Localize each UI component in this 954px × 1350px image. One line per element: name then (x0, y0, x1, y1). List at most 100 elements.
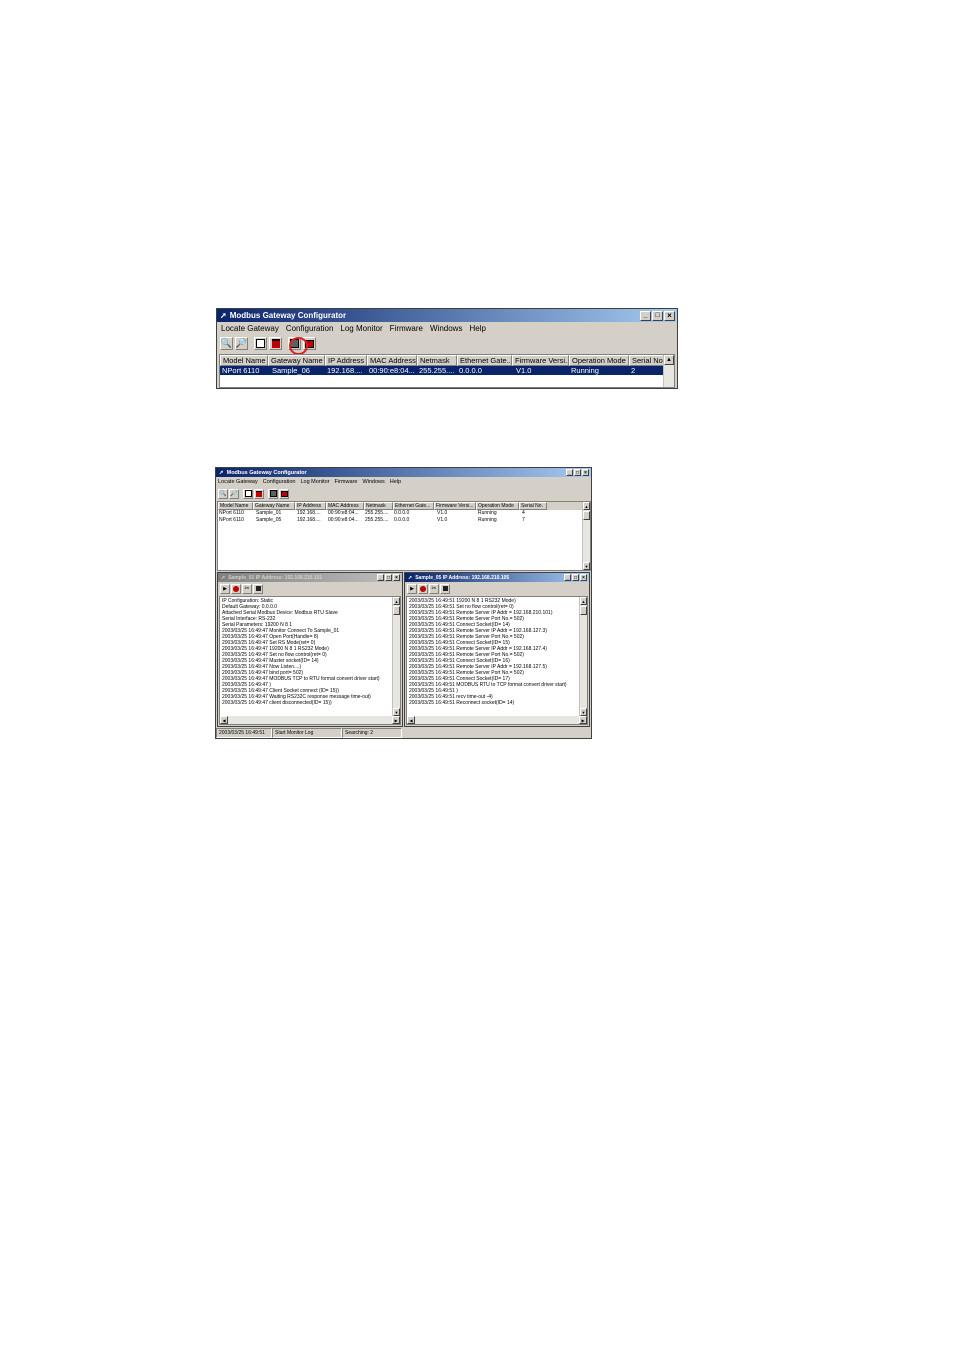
horizontal-scrollbar[interactable]: ◀ ▶ (407, 716, 587, 724)
cell-operation-mode: Running (478, 517, 497, 523)
play-button[interactable]: ▶ (220, 583, 230, 594)
configurator-window-bottom: ➚ Modbus Gateway Configurator _ □ × Loca… (215, 467, 592, 739)
locate-button[interactable]: 🔍 (218, 488, 228, 499)
configure-button[interactable] (243, 488, 253, 499)
log-line: 2003/03/25 16:49:47 client disconnected(… (222, 700, 332, 706)
close-button[interactable]: × (580, 574, 587, 581)
menu-firmware[interactable]: Firmware (390, 324, 423, 333)
log-window-left: ➚ Sample_01 IP Address: 192.168.210.101 … (217, 572, 403, 727)
menu-configuration[interactable]: Configuration (286, 324, 334, 333)
save-button[interactable] (253, 583, 263, 594)
col-ethernet-gateway[interactable]: Ethernet Gate... (393, 502, 434, 510)
col-serial-no[interactable]: Serial No. (519, 502, 547, 510)
scroll-up-button[interactable]: ▲ (580, 597, 587, 605)
menu-help[interactable]: Help (469, 324, 485, 333)
locate-by-ip-button[interactable]: 🔎 (229, 488, 239, 499)
col-gateway-name[interactable]: Gateway Name (253, 502, 295, 510)
col-mac-address[interactable]: MAC Address (326, 502, 364, 510)
col-model-name[interactable]: Model Name (218, 502, 253, 510)
configure-button[interactable] (254, 337, 267, 350)
locate-by-ip-button[interactable]: 🔎 (235, 337, 248, 350)
log-window-right: ➚ Sample_05 IP Address: 192.168.210.105 … (404, 572, 590, 727)
scroll-down-button[interactable]: ▼ (393, 708, 400, 716)
close-button[interactable]: × (393, 574, 400, 581)
close-button[interactable]: × (664, 310, 675, 321)
col-netmask[interactable]: Netmask (364, 502, 393, 510)
log-title: Sample_05 IP Address: 192.168.210.105 (415, 574, 510, 581)
cell-serial-no: 7 (522, 517, 525, 523)
minimize-button[interactable]: _ (640, 310, 651, 321)
col-ip-address[interactable]: IP Address (325, 355, 367, 366)
play-button[interactable]: ▶ (407, 583, 417, 594)
unlock-button[interactable] (269, 337, 282, 350)
scroll-left-button[interactable]: ◀ (407, 716, 415, 724)
app-logo-icon: ➚ (219, 469, 224, 476)
list-header: Model Name Gateway Name IP Address MAC A… (218, 502, 590, 510)
stop-button[interactable] (418, 583, 428, 594)
log-text-left[interactable]: IP Configuration: Static Default Gateway:… (219, 596, 401, 725)
monitor-button[interactable] (268, 488, 278, 499)
maximize-button[interactable]: □ (385, 574, 392, 581)
scroll-thumb[interactable] (580, 606, 587, 615)
menu-log-monitor[interactable]: Log Monitor (300, 479, 329, 485)
table-row[interactable]: NPort 6110 Sample_01 192.168.... 00:90:e… (218, 510, 590, 517)
col-mac-address[interactable]: MAC Address (367, 355, 417, 366)
col-model-name[interactable]: Model Name (220, 355, 268, 366)
col-gateway-name[interactable]: Gateway Name (268, 355, 325, 366)
cut-button[interactable]: ✂ (429, 583, 439, 594)
cell-ethernet-gateway: 0.0.0.0 (459, 366, 482, 375)
export-button[interactable] (279, 488, 289, 499)
vertical-scrollbar[interactable]: ▲ ▼ (579, 597, 587, 716)
log-text-right[interactable]: 2003/03/25 16:49:51 19200 N 8 1 RS232 Mo… (406, 596, 588, 725)
stop-button[interactable] (231, 583, 241, 594)
vertical-scrollbar[interactable]: ▲ ▼ (392, 597, 400, 716)
vertical-scrollbar[interactable]: ▲ (663, 355, 674, 387)
configure-icon (244, 490, 252, 497)
menu-locate-gateway[interactable]: Locate Gateway (218, 479, 258, 485)
col-operation-mode[interactable]: Operation Mode (476, 502, 519, 510)
menu-windows[interactable]: Windows (362, 479, 384, 485)
scroll-thumb[interactable] (583, 511, 590, 520)
cell-netmask: 255.255.... (365, 517, 389, 523)
menu-firmware[interactable]: Firmware (335, 479, 358, 485)
maximize-button[interactable]: □ (574, 469, 581, 476)
vertical-scrollbar[interactable]: ▲ ▼ (582, 502, 590, 570)
scroll-up-button[interactable]: ▲ (583, 502, 590, 510)
cell-netmask: 255.255.... (419, 366, 455, 375)
table-row[interactable]: NPort 6110 Sample_06 192.168.... 00:90:e… (220, 366, 664, 375)
unlock-button[interactable] (254, 488, 264, 499)
cut-button[interactable]: ✂ (242, 583, 252, 594)
col-netmask[interactable]: Netmask (417, 355, 457, 366)
col-ip-address[interactable]: IP Address (295, 502, 326, 510)
col-firmware-version[interactable]: Firmware Versi... (434, 502, 476, 510)
scroll-down-button[interactable]: ▼ (583, 562, 590, 570)
horizontal-scrollbar[interactable]: ◀ ▶ (220, 716, 400, 724)
menu-log-monitor[interactable]: Log Monitor (340, 324, 382, 333)
scroll-left-button[interactable]: ◀ (220, 716, 228, 724)
unlock-icon (256, 490, 262, 497)
scroll-right-button[interactable]: ▶ (392, 716, 400, 724)
minimize-button[interactable]: _ (377, 574, 384, 581)
col-firmware-version[interactable]: Firmware Versi... (512, 355, 569, 366)
save-button[interactable] (440, 583, 450, 594)
minimize-button[interactable]: _ (564, 574, 571, 581)
cell-operation-mode: Running (478, 510, 497, 516)
col-ethernet-gateway[interactable]: Ethernet Gate... (457, 355, 512, 366)
menu-locate-gateway[interactable]: Locate Gateway (221, 324, 279, 333)
menu-configuration[interactable]: Configuration (263, 479, 296, 485)
minimize-button[interactable]: _ (566, 469, 573, 476)
locate-button[interactable]: 🔍 (220, 337, 233, 350)
scroll-down-button[interactable]: ▼ (580, 708, 587, 716)
maximize-button[interactable]: □ (652, 310, 663, 321)
close-button[interactable]: × (582, 469, 589, 476)
scroll-up-button[interactable]: ▲ (393, 597, 400, 605)
col-operation-mode[interactable]: Operation Mode (569, 355, 629, 366)
scroll-up-button[interactable]: ▲ (664, 355, 674, 365)
table-row[interactable]: NPort 6110 Sample_05 192.168.... 00:90:e… (218, 517, 590, 524)
scroll-right-button[interactable]: ▶ (579, 716, 587, 724)
maximize-button[interactable]: □ (572, 574, 579, 581)
menu-help[interactable]: Help (390, 479, 401, 485)
menu-windows[interactable]: Windows (430, 324, 462, 333)
col-serial-no[interactable]: Serial No. (629, 355, 664, 366)
scroll-thumb[interactable] (393, 606, 400, 615)
